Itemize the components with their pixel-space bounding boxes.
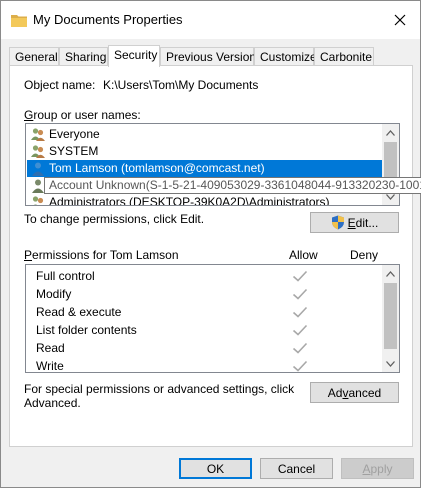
allow-check-icon [292, 270, 308, 282]
user-name: Everyone [49, 127, 100, 141]
window-title: My Documents Properties [33, 12, 183, 27]
tab-carbonite[interactable]: Carbonite [314, 47, 374, 67]
account-tooltip: Account Unknown(S-1-5-21-409053029-33610… [44, 177, 421, 194]
scroll-up-arrow[interactable] [382, 265, 399, 282]
advanced-button-label-post: anced [348, 385, 382, 400]
permissions-label-accel: P [24, 248, 33, 262]
edit-button-label: dit... [355, 215, 379, 230]
user-name: Administrators (DESKTOP-39K0A2D\Administ… [49, 195, 330, 206]
permission-modify: Modify [36, 287, 72, 301]
permission-read: Read [36, 341, 65, 355]
permissions-scrollbar[interactable] [382, 265, 399, 372]
ok-button[interactable]: OK [179, 458, 252, 479]
user-icon [32, 162, 44, 176]
close-button[interactable] [380, 1, 420, 39]
chevron-down-icon [386, 193, 395, 200]
scroll-up-arrow[interactable] [382, 124, 399, 141]
close-icon [394, 14, 406, 26]
apply-button[interactable]: Apply [341, 458, 414, 479]
permissions-label: Permissions for Tom Lamson [24, 248, 179, 262]
advanced-button[interactable]: Ad v anced [310, 382, 399, 403]
title-bar[interactable]: My Documents Properties [1, 1, 420, 39]
chevron-up-icon [386, 270, 395, 277]
group-users-label-accel: G [24, 108, 34, 122]
chevron-down-icon [386, 360, 395, 367]
properties-dialog: My Documents Properties General Sharing … [0, 0, 421, 488]
allow-check-icon [292, 324, 308, 336]
deny-header: Deny [350, 248, 379, 262]
permission-read-execute: Read & execute [36, 305, 122, 319]
allow-check-icon [292, 360, 308, 372]
list-item-administrators[interactable]: Administrators (DESKTOP-39K0A2D\Administ… [27, 194, 382, 206]
special-permissions-text-line1: For special permissions or advanced sett… [24, 382, 295, 396]
allow-check-icon [292, 288, 308, 300]
allow-check-icon [292, 306, 308, 318]
group-users-label: Group or user names: [24, 108, 141, 122]
permissions-listbox[interactable]: Full control Modify Read & execute List … [25, 264, 400, 373]
allow-check-icon [292, 342, 308, 354]
apply-button-label: pply [370, 461, 393, 476]
group-icon [31, 128, 45, 141]
permission-list-folder-contents: List folder contents [36, 323, 137, 337]
chevron-up-icon [386, 129, 395, 136]
user-name: SYSTEM [49, 144, 99, 158]
tab-general[interactable]: General [9, 47, 59, 67]
tab-customize[interactable]: Customize [254, 47, 317, 67]
user-name: Tom Lamson (tomlamson@comcast.net) [49, 161, 265, 175]
scroll-down-arrow[interactable] [382, 355, 399, 372]
tab-sharing[interactable]: Sharing [59, 47, 108, 67]
user-icon [32, 179, 44, 193]
list-item-everyone[interactable]: Everyone [27, 126, 382, 143]
permission-full-control: Full control [36, 269, 95, 283]
permission-write: Write [36, 359, 64, 373]
security-panel: Object name: K:\Users\Tom\My Documents G… [9, 65, 413, 447]
tab-previous-versions[interactable]: Previous Versions [160, 47, 262, 67]
apply-button-accel: A [362, 461, 371, 476]
permissions-label-text: ermissions for Tom Lamson [32, 248, 179, 262]
edit-button[interactable]: Edit... [310, 212, 399, 233]
advanced-button-label-pre: Ad [327, 385, 343, 400]
object-name-value: K:\Users\Tom\My Documents [103, 78, 259, 92]
group-icon [32, 196, 44, 205]
group-icon [31, 145, 45, 158]
special-permissions-text-line2: Advanced. [24, 396, 81, 410]
scroll-thumb[interactable] [384, 283, 397, 349]
list-item-system[interactable]: SYSTEM [27, 143, 382, 160]
allow-header: Allow [289, 248, 318, 262]
edit-button-accel: E [347, 215, 356, 230]
list-item-tom-lamson[interactable]: Tom Lamson (tomlamson@comcast.net) [27, 160, 382, 177]
cancel-button[interactable]: Cancel [260, 458, 333, 479]
group-users-label-text: roup or user names: [33, 108, 141, 122]
object-name-label: Object name: [24, 78, 96, 92]
change-permissions-text: To change permissions, click Edit. [24, 212, 205, 226]
folder-icon [11, 15, 27, 27]
shield-icon [331, 215, 344, 230]
tab-security[interactable]: Security [108, 45, 160, 67]
tab-strip: General Sharing Security Previous Versio… [9, 45, 413, 67]
